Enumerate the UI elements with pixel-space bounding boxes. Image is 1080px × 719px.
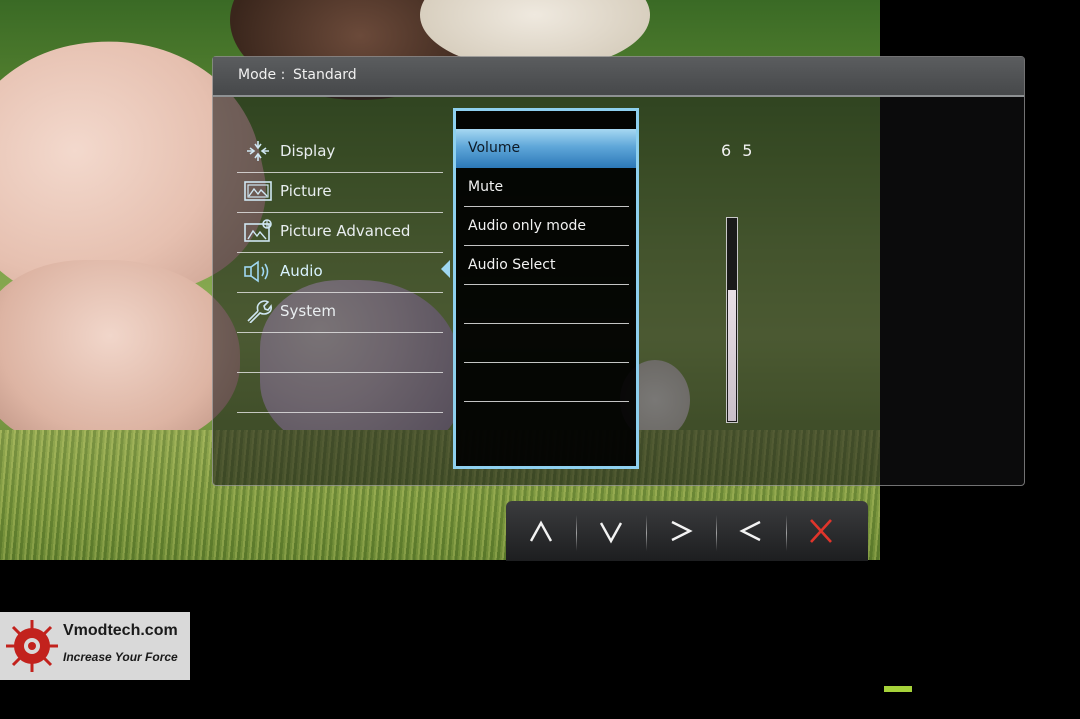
menu-item-empty: [237, 333, 443, 373]
up-button[interactable]: [506, 501, 576, 561]
audio-submenu: Volume Mute Audio only mode Audio Select: [453, 108, 639, 469]
menu-item-label: Picture Advanced: [280, 222, 411, 240]
power-led: [884, 686, 912, 692]
menu-item-picture[interactable]: Picture: [237, 173, 443, 213]
mode-value: Standard: [293, 67, 357, 83]
volume-slider-fill: [728, 290, 736, 421]
audio-icon: [243, 259, 273, 283]
volume-slider[interactable]: [726, 217, 738, 423]
down-button[interactable]: [576, 501, 646, 561]
menu-item-display[interactable]: Display: [237, 133, 443, 173]
mode-label: Mode :: [238, 67, 286, 83]
right-button[interactable]: [646, 501, 716, 561]
display-icon: [243, 139, 273, 163]
submenu-item-mute[interactable]: Mute: [464, 168, 629, 207]
main-menu: Display Picture Picture Advanced Audio S…: [237, 133, 443, 413]
picture-advanced-icon: [243, 219, 273, 243]
picture-icon: [243, 179, 273, 203]
menu-item-label: Picture: [280, 182, 332, 200]
watermark: Vmodtech.com Increase Your Force: [0, 612, 190, 680]
submenu-top-spacer: [456, 111, 636, 129]
system-wrench-icon: [243, 299, 273, 324]
photo-arm: [0, 260, 240, 450]
selection-caret-icon: [441, 260, 450, 278]
vmodtech-logo-icon: [6, 620, 58, 672]
submenu-item-empty: [464, 285, 629, 324]
submenu-item-audio-only-mode[interactable]: Audio only mode: [464, 207, 629, 246]
exit-button[interactable]: [786, 501, 856, 561]
watermark-subtitle: Increase Your Force: [63, 650, 178, 664]
menu-item-label: System: [280, 302, 336, 320]
left-button[interactable]: [716, 501, 786, 561]
osd-control-buttons: [506, 501, 868, 561]
submenu-item-empty: [464, 324, 629, 363]
menu-item-label: Audio: [280, 262, 323, 280]
menu-item-label: Display: [280, 142, 336, 160]
menu-item-empty: [237, 373, 443, 413]
submenu-item-volume[interactable]: Volume: [456, 129, 636, 168]
menu-item-audio[interactable]: Audio: [237, 253, 443, 293]
osd-header: Mode : Standard: [213, 57, 1024, 97]
watermark-title: Vmodtech.com: [63, 622, 178, 639]
menu-item-system[interactable]: System: [237, 293, 443, 333]
osd-panel: Mode : Standard Display Picture Picture …: [212, 56, 1025, 486]
submenu-item-empty: [464, 363, 629, 402]
volume-value: 6 5: [721, 141, 756, 160]
menu-item-picture-advanced[interactable]: Picture Advanced: [237, 213, 443, 253]
submenu-item-audio-select[interactable]: Audio Select: [464, 246, 629, 285]
